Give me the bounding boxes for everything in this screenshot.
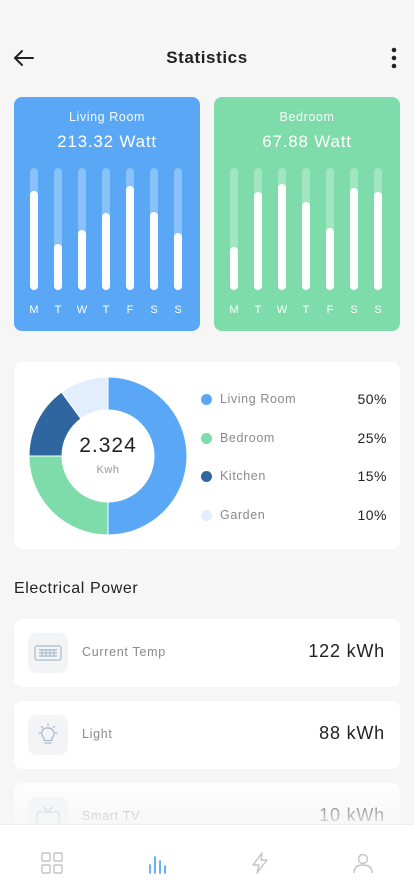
- power-item-value: 10 kWh: [319, 805, 385, 825]
- day-bar-fill: [254, 192, 262, 290]
- legend-dot: [201, 433, 212, 444]
- day-label: W: [276, 304, 288, 316]
- day-bar-fill: [150, 212, 158, 290]
- legend-label: Garden: [220, 508, 266, 522]
- legend-percent: 10%: [357, 507, 387, 523]
- user-icon: [353, 853, 373, 874]
- day-bar-track: [326, 168, 334, 290]
- power-item-icon: [28, 633, 68, 673]
- power-item-label: Current Temp: [82, 645, 166, 659]
- legend-item: Living Room 50%: [201, 390, 387, 410]
- day-label: S: [174, 304, 182, 316]
- day-bar-fill: [350, 188, 358, 290]
- day-bar-fill: [278, 184, 286, 290]
- day-label: S: [150, 304, 158, 316]
- day-bar-fill: [230, 247, 238, 290]
- day-bar-fill: [30, 191, 38, 290]
- total-usage-value: 2.324: [79, 434, 137, 457]
- day-bar-fill: [374, 192, 382, 290]
- day-bar-track: [350, 168, 358, 290]
- legend-item: Bedroom 25%: [201, 429, 387, 449]
- legend-label: Kitchen: [220, 469, 266, 483]
- day-label: T: [254, 304, 262, 316]
- living-room-card[interactable]: Living Room 213.32 Watt MTWTFSS: [14, 97, 200, 331]
- donut-chart: 2.324 Kwh: [28, 376, 188, 536]
- page-title: Statistics: [166, 48, 248, 67]
- day-bar-track: [374, 168, 382, 290]
- legend-label: Bedroom: [220, 431, 275, 445]
- lightbulb-icon: [38, 723, 58, 744]
- nav-item-statistics[interactable]: [143, 849, 171, 877]
- power-item-light[interactable]: Light 88 kWh: [14, 701, 400, 769]
- day-bar-track: [126, 168, 134, 290]
- power-item-label: Light: [82, 727, 113, 741]
- nav-item-dashboard[interactable]: [38, 849, 66, 877]
- legend-percent: 25%: [357, 430, 387, 446]
- day-label: S: [374, 304, 382, 316]
- day-bar-track: [150, 168, 158, 290]
- legend-item: Garden 10%: [201, 506, 387, 526]
- legend-percent: 15%: [357, 468, 387, 484]
- day-bar-fill: [126, 186, 134, 290]
- nav-item-energy[interactable]: [246, 849, 274, 877]
- power-item-value: 88 kWh: [319, 723, 385, 743]
- power-item-icon: [28, 715, 68, 755]
- day-label: F: [126, 304, 134, 316]
- day-label: T: [54, 304, 62, 316]
- day-label: M: [229, 304, 239, 316]
- keyboard-icon: [34, 645, 62, 661]
- day-bar-track: [54, 168, 62, 290]
- day-bar-track: [174, 168, 182, 290]
- day-label: T: [302, 304, 310, 316]
- legend-item: Kitchen 15%: [201, 467, 387, 487]
- day-bar-track: [102, 168, 110, 290]
- day-bar-track: [230, 168, 238, 290]
- day-bar-fill: [102, 213, 110, 290]
- header: Statistics: [0, 0, 414, 110]
- total-usage-unit: Kwh: [96, 464, 120, 476]
- bar-chart-icon: [149, 856, 166, 874]
- usage-breakdown-card: 2.324 Kwh Living Room 50% Bedroom 25% Kitche…: [14, 362, 400, 549]
- day-label: F: [326, 304, 334, 316]
- day-label: T: [102, 304, 110, 316]
- lightning-icon: [252, 852, 268, 874]
- day-bar-track: [254, 168, 262, 290]
- power-item-label: Smart TV: [82, 809, 141, 823]
- day-bar-fill: [326, 228, 334, 290]
- day-label: M: [29, 304, 39, 316]
- more-button[interactable]: [380, 44, 408, 72]
- day-bar-track: [278, 168, 286, 290]
- weekly-bars: MTWTFSS: [14, 97, 200, 331]
- day-bar-track: [78, 168, 86, 290]
- bottom-nav: [0, 824, 414, 896]
- day-bar-fill: [302, 202, 310, 290]
- legend-dot: [201, 510, 212, 521]
- power-item-value: 122 kWh: [308, 641, 385, 661]
- grid-icon: [41, 852, 63, 874]
- day-label: S: [350, 304, 358, 316]
- day-bar-track: [30, 168, 38, 290]
- day-bar-track: [302, 168, 310, 290]
- power-item-current-temp[interactable]: Current Temp 122 kWh: [14, 619, 400, 687]
- legend-percent: 50%: [357, 391, 387, 407]
- day-label: W: [76, 304, 88, 316]
- legend-label: Living Room: [220, 392, 297, 406]
- section-title: Electrical Power: [14, 580, 139, 597]
- day-bar-fill: [78, 230, 86, 290]
- nav-item-profile[interactable]: [349, 849, 377, 877]
- more-vertical-icon: [391, 47, 397, 69]
- bedroom-card[interactable]: Bedroom 67.88 Watt MTWTFSS: [214, 97, 400, 331]
- weekly-bars: MTWTFSS: [214, 97, 400, 331]
- day-bar-fill: [54, 244, 62, 290]
- donut-center: 2.324 Kwh: [28, 434, 188, 476]
- day-bar-fill: [174, 233, 182, 290]
- legend-dot: [201, 471, 212, 482]
- legend-dot: [201, 394, 212, 405]
